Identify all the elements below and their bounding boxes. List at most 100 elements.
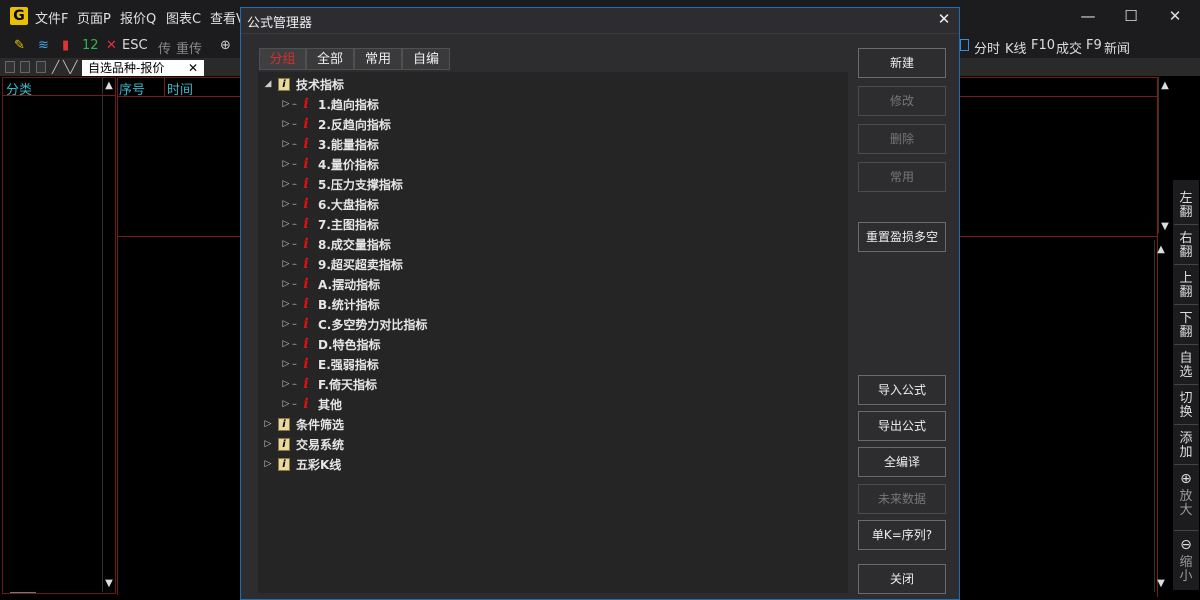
col-time-header[interactable]: 时间 bbox=[167, 79, 193, 98]
page-down-button[interactable]: 下翻 bbox=[1175, 312, 1197, 340]
expand-icon[interactable]: ▷ bbox=[280, 99, 292, 109]
tool-f10[interactable]: F10 bbox=[1031, 38, 1055, 53]
tree-leaf-node[interactable]: ▷ – i E.强弱指标 bbox=[258, 354, 838, 374]
tree-leaf-node[interactable]: ▷ – i 其他 bbox=[258, 394, 838, 414]
tree-leaf-node[interactable]: ▷ – i 1.趋向指标 bbox=[258, 94, 838, 114]
left-scrollbar[interactable] bbox=[102, 78, 116, 592]
esc-button[interactable]: ESC bbox=[122, 38, 148, 53]
common-button[interactable]: 常用 bbox=[858, 162, 946, 192]
x-icon[interactable]: ✕ bbox=[106, 38, 117, 53]
expand-icon[interactable]: ▷ bbox=[280, 139, 292, 149]
reset-profit-button[interactable]: 重置盈损多空 bbox=[858, 222, 946, 252]
dialog-close-icon[interactable]: ✕ bbox=[935, 10, 953, 28]
tab-custom[interactable]: 自编 bbox=[402, 48, 450, 70]
tab-list-icon[interactable] bbox=[20, 61, 30, 73]
tab-all[interactable]: 全部 bbox=[306, 48, 354, 70]
tree-leaf-node[interactable]: ▷ – i 4.量价指标 bbox=[258, 154, 838, 174]
zoom-out-button[interactable]: 缩小 bbox=[1175, 556, 1197, 584]
checkbox-icon[interactable] bbox=[960, 39, 969, 51]
expand-icon[interactable]: ▷ bbox=[280, 119, 292, 129]
tab-watchlist[interactable]: 自选品种-报价 ✕ bbox=[82, 60, 204, 76]
expand-icon[interactable]: ▷ bbox=[280, 279, 292, 289]
grid-scrollbar-bottom[interactable] bbox=[1154, 240, 1168, 592]
maximize-icon[interactable]: ☐ bbox=[1116, 6, 1146, 26]
col-seq-header[interactable]: 序号 bbox=[119, 79, 145, 98]
add-button[interactable]: 添加 bbox=[1175, 432, 1197, 460]
menu-file[interactable]: 文件F bbox=[35, 8, 68, 27]
expand-icon[interactable]: ▷ bbox=[280, 299, 292, 309]
expand-icon[interactable]: ▷ bbox=[280, 219, 292, 229]
expand-icon[interactable]: ▷ bbox=[280, 379, 292, 389]
tool-news[interactable]: 新闻 bbox=[1104, 38, 1130, 57]
tree-leaf-node[interactable]: ▷ – i 9.超买超卖指标 bbox=[258, 254, 838, 274]
future-data-button[interactable]: 未来数据 bbox=[858, 484, 946, 514]
expand-icon[interactable]: ▷ bbox=[280, 359, 292, 369]
tool-fenshi[interactable]: 分时 bbox=[974, 38, 1000, 57]
scroll-down-icon[interactable]: ▼ bbox=[102, 578, 116, 589]
close-window-icon[interactable]: ✕ bbox=[1160, 6, 1190, 26]
delete-button[interactable]: 删除 bbox=[858, 124, 946, 154]
menu-page[interactable]: 页面P bbox=[77, 8, 111, 27]
expand-icon[interactable]: ▷ bbox=[262, 419, 274, 429]
tree-leaf-node[interactable]: ▷ – i 6.大盘指标 bbox=[258, 194, 838, 214]
single-k-series-button[interactable]: 单K=序列? bbox=[858, 520, 946, 550]
tree-leaf-node[interactable]: ▷ – i C.多空势力对比指标 bbox=[258, 314, 838, 334]
tab-next-icon[interactable] bbox=[36, 61, 46, 73]
grid-scrollbar-top[interactable] bbox=[1158, 78, 1172, 233]
tree-group-node[interactable]: ▷ i 条件筛选 bbox=[258, 414, 838, 434]
rebroadcast-button[interactable]: 重传 bbox=[176, 38, 202, 57]
expand-icon[interactable]: ▷ bbox=[262, 459, 274, 469]
tree-group-node[interactable]: ▷ i 交易系统 bbox=[258, 434, 838, 454]
tool-kline[interactable]: K线 bbox=[1005, 38, 1027, 57]
minimize-icon[interactable]: — bbox=[1073, 6, 1103, 26]
expand-icon[interactable]: ▷ bbox=[280, 339, 292, 349]
expand-icon[interactable]: ▷ bbox=[280, 179, 292, 189]
expand-icon[interactable]: ▷ bbox=[280, 399, 292, 409]
tab-group[interactable]: 分组 bbox=[259, 48, 306, 70]
page-up-button[interactable]: 上翻 bbox=[1175, 272, 1197, 300]
expand-icon[interactable]: ▷ bbox=[280, 199, 292, 209]
candle-icon[interactable]: ▮ bbox=[62, 38, 69, 53]
tree-leaf-node[interactable]: ▷ – i A.摆动指标 bbox=[258, 274, 838, 294]
expand-icon[interactable]: ▷ bbox=[280, 159, 292, 169]
export-formula-button[interactable]: 导出公式 bbox=[858, 411, 946, 441]
expand-icon[interactable]: ▷ bbox=[280, 319, 292, 329]
pen-icon[interactable]: ✎ bbox=[14, 38, 25, 53]
zoom-in-icon[interactable]: ⊕ bbox=[1173, 472, 1199, 486]
tool-f9[interactable]: F9 bbox=[1086, 38, 1102, 53]
zoom-in-button[interactable]: 放大 bbox=[1175, 490, 1197, 518]
page-right-button[interactable]: 右翻 bbox=[1175, 232, 1197, 260]
transfer-icon[interactable]: 传 bbox=[158, 38, 171, 57]
menu-chart[interactable]: 图表C bbox=[166, 8, 201, 27]
watchlist-button[interactable]: 自选 bbox=[1175, 352, 1197, 380]
zoom-out-icon[interactable]: ⊖ bbox=[1173, 538, 1199, 552]
scroll-up-icon[interactable]: ▲ bbox=[1158, 80, 1172, 91]
collapse-icon[interactable]: ◢ bbox=[262, 79, 274, 89]
tree-leaf-node[interactable]: ▷ – i 3.能量指标 bbox=[258, 134, 838, 154]
tab-common[interactable]: 常用 bbox=[354, 48, 402, 70]
switch-button[interactable]: 切换 bbox=[1175, 392, 1197, 420]
tab-close-icon[interactable]: ✕ bbox=[188, 60, 198, 76]
tool-trades[interactable]: 成交 bbox=[1056, 38, 1082, 57]
tree-leaf-node[interactable]: ▷ – i D.特色指标 bbox=[258, 334, 838, 354]
tree-leaf-node[interactable]: ▷ – i 5.压力支撑指标 bbox=[258, 174, 838, 194]
edit-button[interactable]: 修改 bbox=[858, 86, 946, 116]
scroll-up-icon[interactable]: ▲ bbox=[1154, 244, 1168, 255]
expand-icon[interactable]: ▷ bbox=[262, 439, 274, 449]
tree-leaf-node[interactable]: ▷ – i 2.反趋向指标 bbox=[258, 114, 838, 134]
tree-leaf-node[interactable]: ▷ – i F.倚天指标 bbox=[258, 374, 838, 394]
expand-icon[interactable]: ▷ bbox=[280, 239, 292, 249]
tool-icon[interactable]: ≋ bbox=[38, 38, 49, 53]
tree-leaf-node[interactable]: ▷ – i 8.成交量指标 bbox=[258, 234, 838, 254]
tree-group-node[interactable]: ▷ i 五彩K线 bbox=[258, 454, 838, 474]
scroll-down-icon[interactable]: ▼ bbox=[1158, 221, 1172, 232]
tree-leaf-node[interactable]: ▷ – i 7.主图指标 bbox=[258, 214, 838, 234]
compile-all-button[interactable]: 全编译 bbox=[858, 447, 946, 477]
menu-quote[interactable]: 报价Q bbox=[120, 8, 156, 27]
tree-group-node[interactable]: ◢ i 技术指标 bbox=[258, 74, 838, 94]
dialog-title-bar[interactable] bbox=[241, 8, 959, 34]
zoom-in-icon[interactable]: ⊕ bbox=[220, 38, 231, 53]
expand-icon[interactable]: ▷ bbox=[280, 259, 292, 269]
page-left-button[interactable]: 左翻 bbox=[1175, 192, 1197, 220]
tool-12[interactable]: 12 bbox=[82, 38, 99, 53]
